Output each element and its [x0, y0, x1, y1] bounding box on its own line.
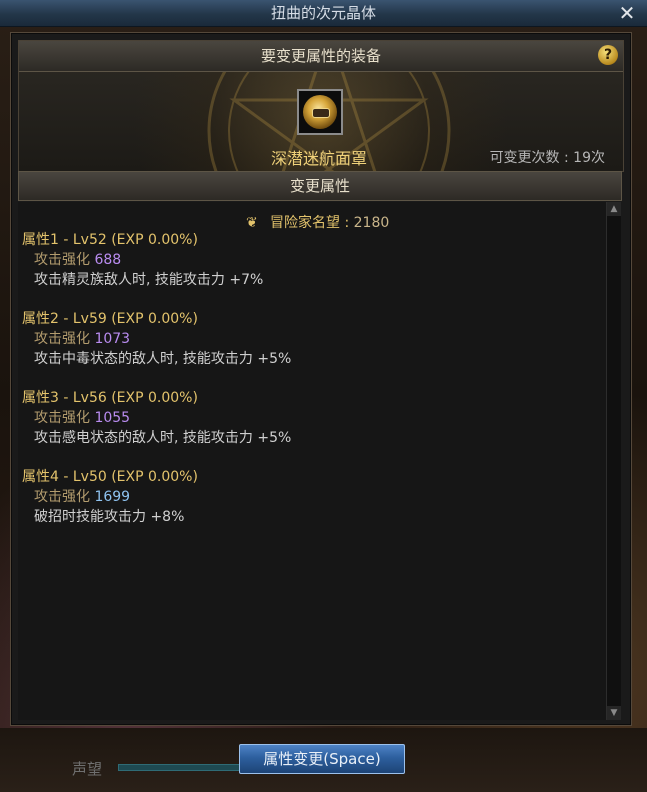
close-icon[interactable]: ✕ [617, 3, 637, 23]
reputation-bar [118, 764, 240, 771]
stat-label: 攻击强化 [34, 410, 90, 426]
equipment-panel: 要变更属性的装备 深潜迷航面罩 可变更次数 : 19次 [18, 40, 624, 172]
stat-value: 1055 [94, 410, 131, 426]
help-icon[interactable]: ? [598, 45, 618, 65]
attribute-title: 属性3 - Lv56 (EXP 0.00%) [22, 390, 198, 406]
attribute-effect: 破招时技能攻击力 +8% [34, 509, 185, 525]
scroll-down-icon[interactable]: ▼ [607, 706, 621, 720]
window-title: 扭曲的次元晶体 [270, 4, 376, 22]
fame-label: 冒险家名望 : [270, 215, 350, 231]
title-bar[interactable]: 扭曲的次元晶体 ✕ [0, 0, 647, 27]
laurel-icon: ❦ [246, 215, 258, 231]
change-count-label: 可变更次数 : 19次 [489, 150, 605, 166]
attribute-list-scrollbar[interactable]: ▲ ▼ [606, 202, 621, 720]
reputation-label: 声望 [72, 760, 103, 778]
adventurer-fame: ❦ 冒险家名望 : 2180 [246, 212, 389, 232]
equipment-section-header: 要变更属性的装备 [19, 41, 623, 72]
stat-value: 1699 [94, 489, 131, 505]
diving-mask-icon [303, 95, 337, 129]
equipment-item-slot[interactable] [297, 89, 343, 135]
attribute-stat: 攻击强化 688 [22, 250, 263, 270]
attribute-list: ❦ 冒险家名望 : 2180 属性1 - Lv52 (EXP 0.00%) 攻击强… [18, 202, 606, 720]
attribute-effect: 攻击感电状态的敌人时, 技能攻击力 +5% [34, 430, 292, 446]
attribute-stat: 攻击强化 1055 [22, 408, 291, 428]
attribute-entry: 属性2 - Lv59 (EXP 0.00%) 攻击强化 1073 攻击中毒状态的… [22, 309, 291, 369]
stat-label: 攻击强化 [34, 252, 90, 268]
dimension-crystal-window: 扭曲的次元晶体 ✕ 要变更属性的装备 深潜迷航面罩 可变更次数 : 19次 ? … [0, 0, 647, 792]
attribute-stat: 攻击强化 1699 [22, 487, 198, 507]
attribute-section-header: 变更属性 [18, 171, 622, 201]
attribute-title: 属性1 - Lv52 (EXP 0.00%) [22, 232, 198, 248]
attribute-effect: 攻击中毒状态的敌人时, 技能攻击力 +5% [34, 351, 292, 367]
attribute-title: 属性4 - Lv50 (EXP 0.00%) [22, 469, 198, 485]
attribute-stat: 攻击强化 1073 [22, 329, 291, 349]
stat-label: 攻击强化 [34, 489, 90, 505]
stat-value: 1073 [94, 331, 131, 347]
scroll-up-icon[interactable]: ▲ [607, 202, 621, 216]
equipment-item-name: 深潜迷航面罩 [270, 149, 367, 168]
attribute-change-button[interactable]: 属性变更(Space) [239, 744, 405, 774]
attribute-effect: 攻击精灵族敌人时, 技能攻击力 +7% [34, 272, 264, 288]
fame-value: 2180 [353, 215, 390, 231]
attribute-entry: 属性3 - Lv56 (EXP 0.00%) 攻击强化 1055 攻击感电状态的… [22, 388, 291, 448]
attribute-title: 属性2 - Lv59 (EXP 0.00%) [22, 311, 198, 327]
stat-label: 攻击强化 [34, 331, 90, 347]
attribute-entry: 属性1 - Lv52 (EXP 0.00%) 攻击强化 688 攻击精灵族敌人时… [22, 230, 263, 290]
attribute-entry: 属性4 - Lv50 (EXP 0.00%) 攻击强化 1699 破招时技能攻击… [22, 467, 198, 527]
stat-value: 688 [94, 252, 122, 268]
